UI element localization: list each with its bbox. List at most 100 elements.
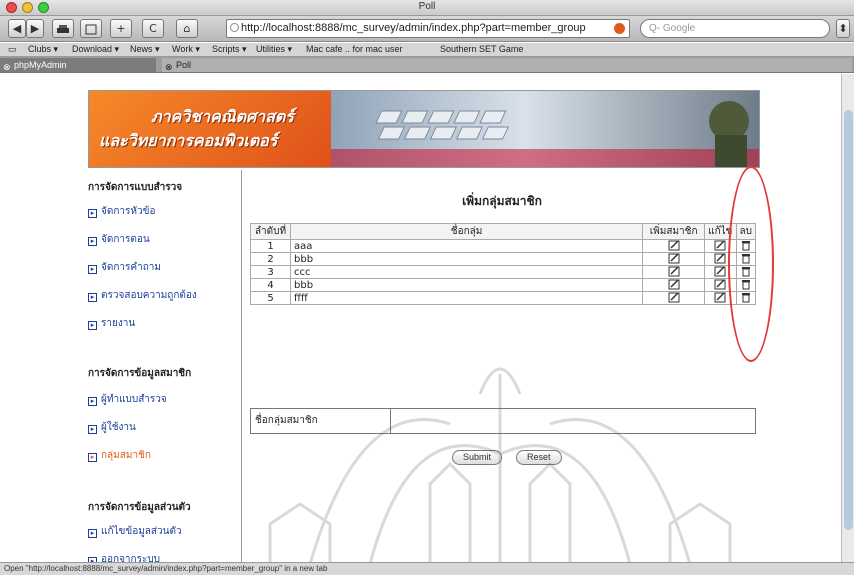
sidebar-item-label: กลุ่มสมาชิก	[101, 450, 151, 461]
add-member-icon[interactable]	[668, 266, 680, 277]
sidebar-item-respondents[interactable]: ▸ ผู้ทำแบบสำรวจ	[88, 392, 167, 407]
member-group-table: ลำดับที่ ชื่อกลุ่ม เพิ่มสมาชิก แก้ไข ลบ …	[250, 223, 757, 305]
vertical-scrollbar[interactable]	[841, 74, 854, 562]
table-row: 2 bbb	[250, 252, 757, 266]
sidebar-item-users[interactable]: ▸ ผู้ใช้งาน	[88, 420, 136, 435]
bullet-icon: ▸	[88, 209, 97, 218]
sidebar-heading-members: การจัดการข้อมูลสมาชิก	[88, 368, 192, 379]
sidebar-item-label: แก้ไขข้อมูลส่วนตัว	[101, 526, 182, 537]
add-bookmark-button[interactable]: +	[110, 19, 132, 38]
tab-label: phpMyAdmin	[14, 60, 67, 70]
tab-poll[interactable]: ⊗ Poll	[162, 58, 852, 72]
close-tab-icon[interactable]: ⊗	[3, 60, 11, 74]
banner-keyboard-image	[331, 91, 759, 167]
bookmarks-bar: ▭ Clubs ▾ Download ▾ News ▾ Work ▾ Scrip…	[0, 43, 854, 57]
bookmark-item[interactable]: Scripts ▾	[212, 44, 247, 55]
status-bar: Open "http://localhost:8888/mc_survey/ad…	[0, 562, 854, 575]
sidebar-heading-profile: การจัดการข้อมูลส่วนตัว	[88, 502, 191, 513]
keyboard-illustration	[331, 101, 759, 167]
sidebar-item-label: ออกจากระบบ	[101, 554, 161, 562]
column-header-add-member: เพิ่มสมาชิก	[642, 223, 706, 240]
bookmark-item[interactable]: News ▾	[130, 44, 160, 55]
sidebar-item-sections[interactable]: ▸ จัดการตอน	[88, 232, 150, 247]
bullet-icon: ▸	[88, 425, 97, 434]
sidebar-item-label: ผู้ใช้งาน	[101, 422, 136, 433]
table-row: 5 ffff	[250, 291, 757, 305]
forward-button[interactable]: ▶	[26, 19, 44, 38]
page-title: เพิ่มกลุ่มสมาชิก	[462, 194, 542, 208]
bookmark-item[interactable]: Download ▾	[72, 44, 119, 55]
bullet-icon: ▸	[88, 293, 97, 302]
sidebar-item-questions[interactable]: ▸ จัดการคำถาม	[88, 260, 161, 275]
row-number: 2	[250, 252, 291, 266]
table-row: 4 bbb	[250, 278, 757, 292]
row-number: 4	[250, 278, 291, 292]
add-member-icon[interactable]	[668, 240, 680, 251]
bookmarks-icon[interactable]: ▭	[8, 44, 17, 55]
edit-icon[interactable]	[714, 266, 726, 277]
bullet-icon: ▸	[88, 529, 97, 538]
row-number: 5	[250, 291, 291, 305]
bookmark-item[interactable]: Southern SET Game	[440, 44, 523, 54]
search-field[interactable]: Q- Google	[640, 19, 830, 38]
bookmark-item[interactable]: Utilities ▾	[256, 44, 292, 55]
close-tab-icon[interactable]: ⊗	[165, 60, 173, 74]
printer-icon	[57, 24, 69, 33]
column-header-number: ลำดับที่	[250, 223, 291, 240]
scrollbar-thumb[interactable]	[844, 110, 853, 530]
add-member-icon[interactable]	[668, 279, 680, 290]
sidebar-item-label: จัดการตอน	[101, 234, 150, 245]
snapback-icon[interactable]	[614, 23, 625, 34]
bookmark-button[interactable]	[80, 19, 102, 38]
reload-button[interactable]: C	[142, 19, 164, 38]
window-titlebar: Poll	[0, 0, 854, 16]
bookmark-item[interactable]: Clubs ▾	[28, 44, 58, 55]
page-content: ภาควิชาคณิตศาสตร์ และวิทยาการคอมพิวเตอร์…	[0, 74, 854, 562]
back-button[interactable]: ◀	[8, 19, 26, 38]
sidebar-heading-survey: การจัดการแบบสำรวจ	[88, 182, 183, 193]
table-header-row: ลำดับที่ ชื่อกลุ่ม เพิ่มสมาชิก แก้ไข ลบ	[250, 223, 757, 240]
add-member-icon[interactable]	[668, 292, 680, 303]
window-title: Poll	[418, 1, 436, 12]
print-button[interactable]	[52, 19, 74, 38]
sidebar-item-logout[interactable]: ▸ ออกจากระบบ	[88, 552, 160, 562]
bullet-icon: ▸	[88, 237, 97, 246]
group-name: ccc	[289, 265, 644, 279]
tab-label: Poll	[176, 60, 192, 70]
sidebar-item-report[interactable]: ▸ รายงาน	[88, 316, 135, 331]
bookmark-item[interactable]: Mac cafe .. for mac user	[306, 44, 403, 54]
menu-button[interactable]: ⬍	[836, 19, 850, 38]
sidebar: การจัดการแบบสำรวจ ▸ จัดการหัวข้อ ▸ จัดการต…	[88, 170, 242, 562]
edit-icon[interactable]	[714, 279, 726, 290]
edit-icon[interactable]	[714, 240, 726, 251]
site-banner: ภาควิชาคณิตศาสตร์ และวิทยาการคอมพิวเตอร์	[88, 90, 760, 168]
tab-phpmyadmin[interactable]: ⊗ phpMyAdmin	[0, 58, 156, 72]
annotation-ellipse	[728, 166, 774, 362]
add-member-icon[interactable]	[668, 253, 680, 264]
home-button[interactable]: ⌂	[176, 19, 198, 38]
sidebar-item-label: จัดการคำถาม	[101, 262, 161, 273]
chevron-icon: ⬍	[838, 22, 848, 35]
address-text: http://localhost:8888/mc_survey/admin/in…	[241, 22, 586, 34]
sidebar-item-edit-profile[interactable]: ▸ แก้ไขข้อมูลส่วนตัว	[88, 524, 182, 539]
bullet-icon: ▸	[88, 453, 97, 462]
banner-title-line1: ภาควิชาคณิตศาสตร์	[151, 107, 294, 126]
table-row: 3 ccc	[250, 265, 757, 279]
row-number: 3	[250, 265, 291, 279]
address-bar[interactable]: http://localhost:8888/mc_survey/admin/in…	[226, 19, 630, 38]
page-icon	[230, 23, 239, 32]
table-row: 1 aaa	[250, 239, 757, 253]
edit-icon[interactable]	[714, 292, 726, 303]
sidebar-item-label: ตรวจสอบความถูกต้อง	[101, 290, 197, 301]
bookmark-item[interactable]: Work ▾	[172, 44, 200, 55]
sidebar-item-member-groups[interactable]: ▸ กลุ่มสมาชิก	[88, 448, 151, 463]
sidebar-item-topics[interactable]: ▸ จัดการหัวข้อ	[88, 204, 155, 219]
group-name: ffff	[289, 291, 644, 305]
banner-title-line2: และวิทยาการคอมพิวเตอร์	[99, 131, 278, 150]
edit-icon[interactable]	[714, 253, 726, 264]
bullet-icon: ▸	[88, 265, 97, 274]
sidebar-item-label: ผู้ทำแบบสำรวจ	[101, 394, 167, 405]
group-name: bbb	[289, 278, 644, 292]
group-name: aaa	[289, 239, 644, 253]
sidebar-item-validate[interactable]: ▸ ตรวจสอบความถูกต้อง	[88, 288, 197, 303]
